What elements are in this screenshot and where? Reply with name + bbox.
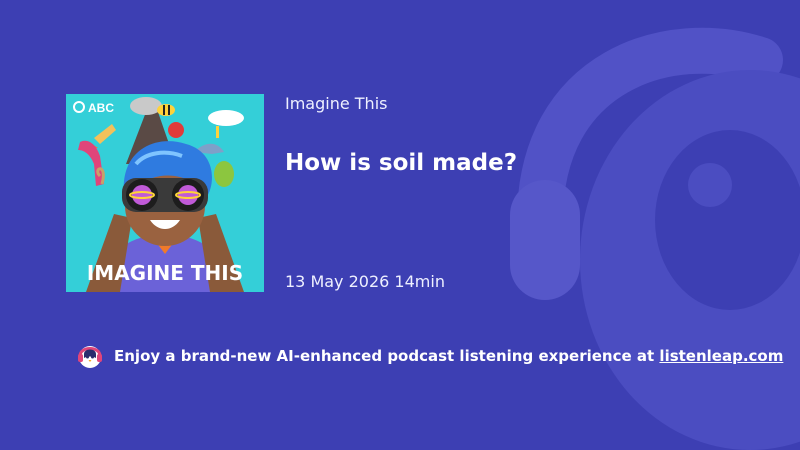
promo-banner: Enjoy a brand-new AI-enhanced podcast li… xyxy=(76,342,783,370)
episode-title[interactable]: How is soil made? xyxy=(285,150,517,176)
background-mascot-icon xyxy=(510,27,800,450)
podcast-name[interactable]: Imagine This xyxy=(285,94,387,113)
promo-message: Enjoy a brand-new AI-enhanced podcast li… xyxy=(114,347,655,365)
podcast-cover-art[interactable]: ABC IMAGINE THIS xyxy=(66,94,264,292)
episode-meta: 13 May 2026 14min xyxy=(285,272,445,291)
episode-date: 13 May 2026 xyxy=(285,272,390,291)
penguin-headphones-icon xyxy=(78,346,102,368)
episode-duration: 14min xyxy=(394,272,445,291)
cover-art-title: IMAGINE THIS xyxy=(87,261,243,285)
listenleap-link[interactable]: listenleap.com xyxy=(659,347,783,365)
promo-text: Enjoy a brand-new AI-enhanced podcast li… xyxy=(114,347,783,365)
cover-brand: ABC xyxy=(88,101,114,115)
